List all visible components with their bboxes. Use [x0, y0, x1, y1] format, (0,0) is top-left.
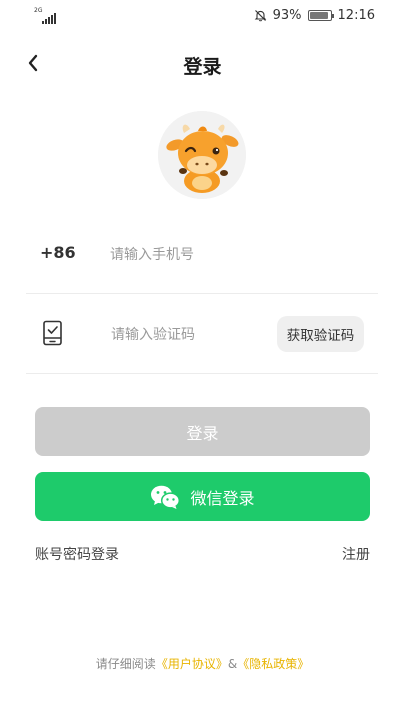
user-agreement-link[interactable]: 《用户协议》: [156, 657, 228, 671]
phone-check-icon: [43, 320, 62, 346]
nav-bar: 登录: [0, 44, 405, 84]
page-title: 登录: [183, 56, 222, 78]
wechat-login-label: 微信登录: [190, 488, 255, 508]
wechat-icon: [151, 485, 181, 509]
battery-icon: [307, 10, 334, 21]
country-code[interactable]: +86: [40, 243, 76, 262]
clock: 12:16: [337, 8, 375, 23]
code-row: 请输入验证码 获取验证码: [26, 294, 378, 374]
signal-indicator: 2G: [34, 7, 56, 24]
phone-row: +86 请输入手机号: [26, 214, 378, 294]
battery-percent: 93%: [272, 8, 302, 23]
get-code-button[interactable]: 获取验证码: [277, 316, 364, 352]
register-link[interactable]: 注册: [342, 544, 370, 564]
code-input[interactable]: 请输入验证码: [111, 324, 195, 344]
privacy-policy-link[interactable]: 《隐私政策》: [237, 657, 309, 671]
agreement-prefix: 请仔细阅读: [95, 657, 156, 671]
avatar: [158, 111, 246, 199]
status-bar: 2G 93% 12:16: [0, 0, 405, 34]
password-login-link[interactable]: 账号密码登录: [35, 544, 119, 564]
network-type: 2G: [34, 7, 43, 14]
secondary-links: 账号密码登录 注册: [35, 544, 370, 564]
mute-bell-icon: [254, 10, 266, 22]
agreement-separator: &: [227, 657, 238, 671]
agreement-text: 请仔细阅读《用户协议》&《隐私政策》: [0, 655, 405, 672]
calf-mascot-icon: [158, 111, 246, 199]
wechat-login-button[interactable]: 微信登录: [35, 472, 370, 521]
login-button[interactable]: 登录: [35, 407, 370, 456]
signal-bars-icon: [42, 13, 56, 24]
phone-input[interactable]: 请输入手机号: [110, 244, 194, 264]
